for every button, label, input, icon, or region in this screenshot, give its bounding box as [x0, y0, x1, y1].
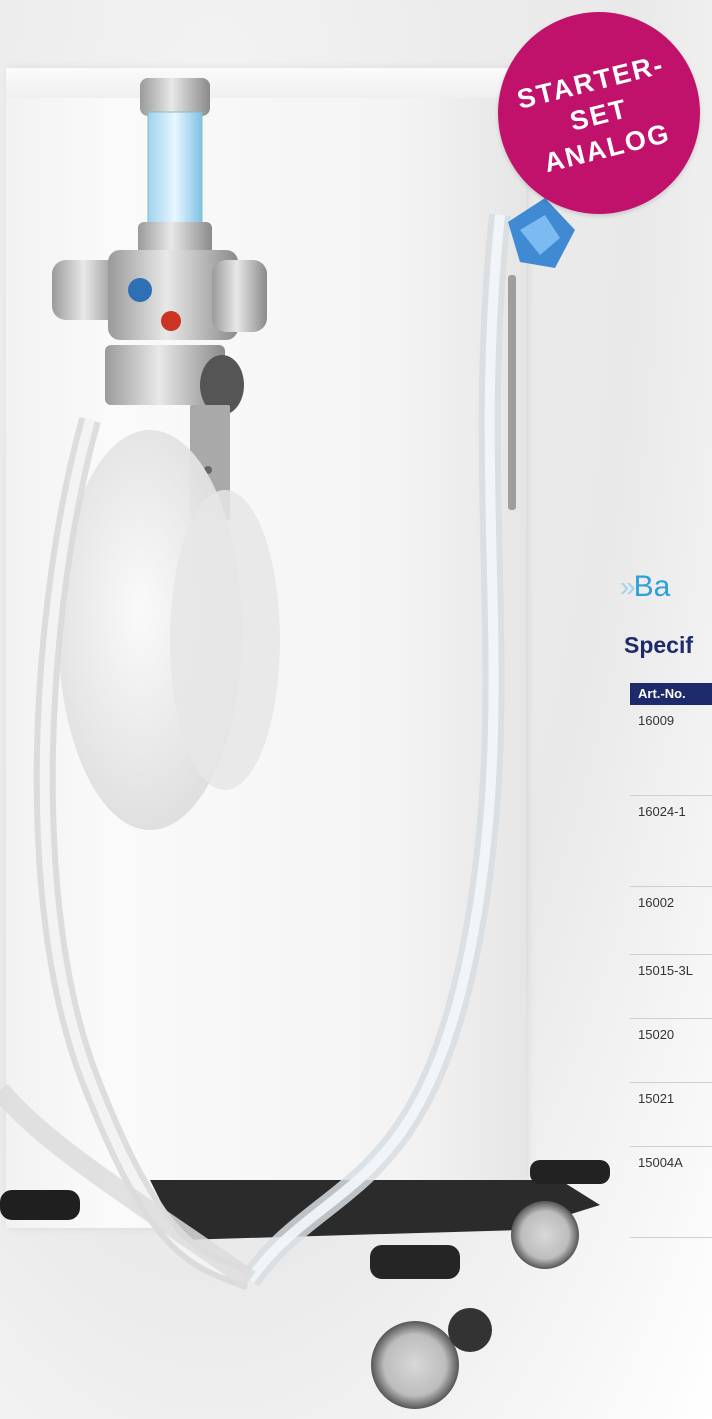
article-number: 15015-3L — [638, 963, 693, 978]
article-number-header: Art.-No. — [638, 686, 686, 701]
mask — [508, 198, 575, 268]
table-row: 16009 — [630, 705, 712, 796]
badge-text: STARTER- SET ANALOG — [489, 41, 710, 189]
section-title: » Ba — [620, 570, 670, 604]
rail — [508, 275, 516, 510]
flowmeter — [138, 78, 212, 268]
section-title-text: Ba — [633, 570, 671, 603]
article-table: 16009 16024-1 16002 15015-3L 15020 15021… — [630, 705, 712, 1238]
article-number: 15020 — [638, 1027, 675, 1042]
table-row: 15004A — [630, 1147, 712, 1238]
specification-heading: Specif — [624, 632, 694, 658]
table-row: 16024-1 — [630, 796, 712, 887]
table-row: 15021 — [630, 1083, 712, 1147]
table-row: 15015-3L — [630, 955, 712, 1019]
article-number: 15021 — [638, 1091, 675, 1106]
article-number: 15004A — [638, 1155, 683, 1170]
double-chevron-icon: » — [620, 571, 635, 602]
table-row: 15020 — [630, 1019, 712, 1083]
table-header: Art.-No. — [630, 683, 712, 705]
article-number: 16002 — [638, 895, 675, 910]
starter-set-badge: STARTER- SET ANALOG — [498, 12, 700, 214]
breathing-bag-shadow — [170, 490, 280, 790]
article-number: 16024-1 — [638, 804, 686, 819]
article-number: 16009 — [638, 713, 675, 728]
table-row: 16002 — [630, 887, 712, 955]
